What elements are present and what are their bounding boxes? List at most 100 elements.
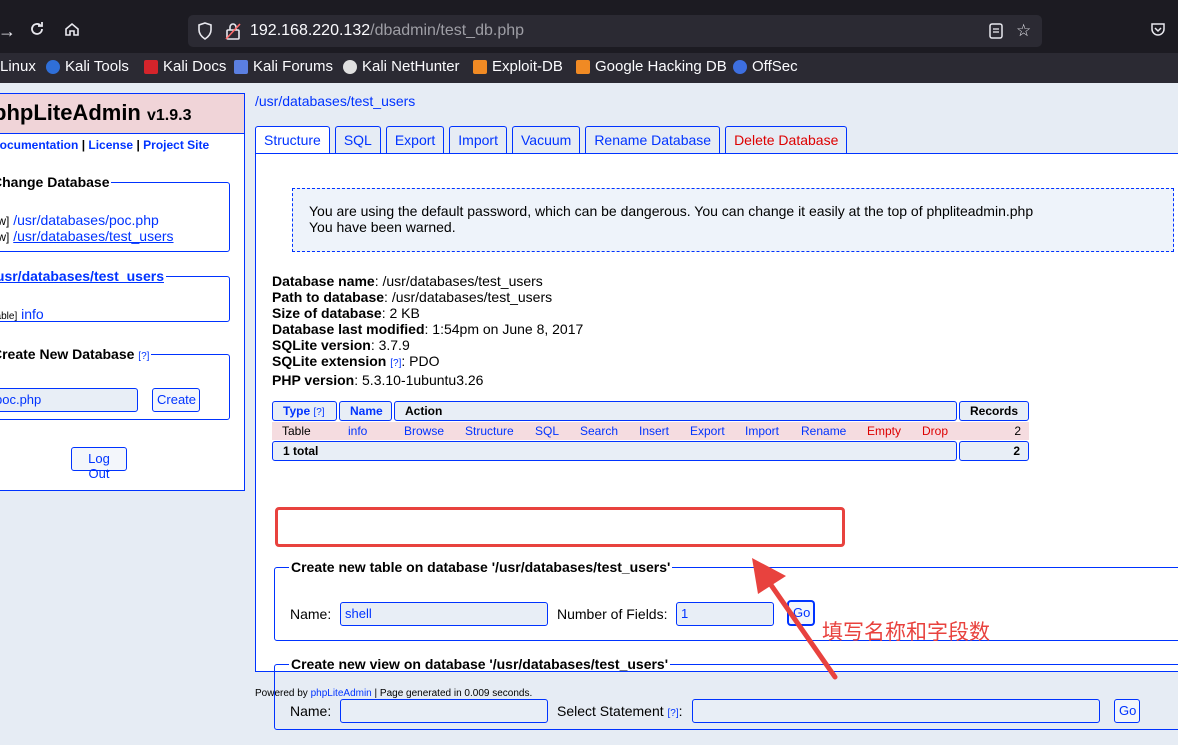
action-rename[interactable]: Rename <box>801 424 846 438</box>
nethunter-icon <box>343 59 357 74</box>
bookmark-kali-tools[interactable]: Kali Tools <box>46 58 129 75</box>
tab-import[interactable]: Import <box>449 126 507 153</box>
sidebar-links: Documentation | License | Project Site <box>0 134 244 152</box>
tab-structure[interactable]: Structure <box>255 126 330 154</box>
action-sql[interactable]: SQL <box>535 424 559 438</box>
annotation-highlight-box <box>275 507 845 547</box>
current-db-link[interactable]: /usr/databases/test_users <box>0 268 164 284</box>
kali-tools-icon <box>46 59 60 74</box>
license-link[interactable]: License <box>88 138 133 152</box>
bookmark-kali-forums[interactable]: Kali Forums <box>234 58 333 75</box>
table-item-info: [table] info <box>0 306 44 322</box>
bookmark-linux[interactable]: Linux <box>0 58 36 75</box>
project-site-link[interactable]: Project Site <box>143 138 209 152</box>
pocket-icon[interactable] <box>1150 20 1166 42</box>
bookmarks-bar: Linux Kali Tools Kali Docs Kali Forums K… <box>0 53 1178 83</box>
db-item-poc: [rw] /usr/databases/poc.php <box>0 212 159 228</box>
total-label: 1 total <box>272 441 957 461</box>
select-statement-label: Select Statement <box>557 703 664 719</box>
documentation-link[interactable]: Documentation <box>0 138 78 152</box>
tab-vacuum[interactable]: Vacuum <box>511 126 581 153</box>
page-footer: Powered by phpLiteAdmin | Page generated… <box>255 688 533 699</box>
exploit-db-icon <box>473 59 487 74</box>
sqlite-version: 3.7.9 <box>378 337 410 353</box>
db-path: /usr/databases/test_users <box>391 289 553 305</box>
select-statement-input[interactable] <box>692 699 1100 723</box>
total-records: 2 <box>959 441 1029 461</box>
annotation-note: 填写名称和字段数 <box>822 620 990 644</box>
table-row: Table info Browse Structure SQL Search I… <box>272 422 1029 440</box>
reader-view-icon[interactable] <box>988 22 1004 45</box>
db-link-test-users[interactable]: /usr/databases/test_users <box>13 228 173 244</box>
tab-rename-database[interactable]: Rename Database <box>585 126 721 153</box>
action-drop[interactable]: Drop <box>922 424 948 438</box>
db-modified: 1:54pm on June 8, 2017 <box>432 321 584 337</box>
create-db-help-link[interactable]: [?] <box>138 351 149 362</box>
row-name-link[interactable]: info <box>348 424 367 438</box>
shield-icon[interactable] <box>196 21 214 46</box>
home-icon[interactable] <box>63 20 81 43</box>
action-import[interactable]: Import <box>745 424 779 438</box>
sidebar: phpLiteAdmin v1.9.3 Documentation | Lice… <box>0 93 245 491</box>
new-database-input[interactable]: poc.php <box>0 388 138 412</box>
db-name: /usr/databases/test_users <box>382 273 543 289</box>
bookmark-offsec[interactable]: OffSec <box>733 58 798 75</box>
sqlite-ext-help-link[interactable]: [?] <box>390 358 401 369</box>
table-link-info[interactable]: info <box>21 306 44 322</box>
url-text[interactable]: 192.168.220.132/dbadmin/test_db.php <box>250 22 524 40</box>
sqlite-extension: PDO <box>409 353 440 369</box>
change-database-box: Change Database [rw] /usr/databases/poc.… <box>0 174 230 252</box>
bookmark-star-icon[interactable]: ☆ <box>1016 21 1031 41</box>
action-insert[interactable]: Insert <box>639 424 669 438</box>
create-table-legend: Create new table on database '/usr/datab… <box>291 559 671 575</box>
database-info: Database name: /usr/databases/test_users… <box>272 273 584 388</box>
action-export[interactable]: Export <box>690 424 725 438</box>
browser-toolbar: → 192.168.220.132/dbadmin/test_db.php ☆ <box>0 0 1178 53</box>
col-action-header: Action <box>394 401 957 421</box>
kali-docs-icon <box>144 59 158 74</box>
tab-delete-database[interactable]: Delete Database <box>725 126 848 153</box>
action-search[interactable]: Search <box>580 424 618 438</box>
kali-forums-icon <box>234 59 248 74</box>
bookmark-kali-docs[interactable]: Kali Docs <box>144 58 226 75</box>
forward-icon[interactable]: → <box>0 20 16 42</box>
main-panel: You are using the default password, whic… <box>255 153 1178 730</box>
warning-line-2: You have been warned. <box>309 219 456 235</box>
view-name-input[interactable] <box>340 699 548 723</box>
change-database-legend: Change Database <box>0 174 110 190</box>
phpliteadmin-footer-link[interactable]: phpLiteAdmin <box>311 688 372 699</box>
col-records-header: Records <box>959 401 1029 421</box>
tab-export[interactable]: Export <box>385 126 445 153</box>
row-records: 2 <box>959 422 1029 440</box>
action-structure[interactable]: Structure <box>465 424 514 438</box>
db-item-test-users: [rw] /usr/databases/test_users <box>0 228 174 244</box>
db-link-poc[interactable]: /usr/databases/poc.php <box>13 212 159 228</box>
col-name-header[interactable]: Name <box>339 401 392 421</box>
current-database-box: /usr/databases/test_users [table] info <box>0 268 230 322</box>
select-statement-help-link[interactable]: [?] <box>668 708 679 719</box>
create-database-button[interactable]: Create <box>152 388 200 412</box>
insecure-lock-icon[interactable] <box>224 21 242 46</box>
db-size: 2 KB <box>389 305 420 321</box>
bookmark-kali-nethunter[interactable]: Kali NetHunter <box>343 58 460 75</box>
tab-bar: Structure SQL Export Import Vacuum Renam… <box>255 126 848 154</box>
action-empty[interactable]: Empty <box>867 424 901 438</box>
create-view-legend: Create new view on database '/usr/databa… <box>291 656 669 672</box>
col-type-header[interactable]: Type [?] <box>272 401 337 421</box>
bookmark-google-hacking-db[interactable]: Google Hacking DB <box>576 58 727 75</box>
breadcrumb[interactable]: /usr/databases/test_users <box>255 93 415 109</box>
logout-button[interactable]: Log Out <box>71 447 127 481</box>
tab-sql[interactable]: SQL <box>334 126 381 153</box>
offsec-icon <box>733 59 747 74</box>
url-bar[interactable]: 192.168.220.132/dbadmin/test_db.php ☆ <box>188 15 1042 47</box>
table-name-label: Name: <box>290 606 332 622</box>
view-name-label: Name: <box>290 703 332 719</box>
bookmark-exploit-db[interactable]: Exploit-DB <box>473 58 563 75</box>
app-name: phpLiteAdmin <box>0 100 141 125</box>
table-name-input[interactable]: shell <box>340 602 548 626</box>
page-content: phpLiteAdmin v1.9.3 Documentation | Lice… <box>0 83 1178 745</box>
reload-icon[interactable] <box>28 20 46 43</box>
create-table-box: Create new table on database '/usr/datab… <box>274 559 1178 641</box>
action-browse[interactable]: Browse <box>404 424 444 438</box>
create-view-go-button[interactable]: Go <box>1114 699 1140 723</box>
